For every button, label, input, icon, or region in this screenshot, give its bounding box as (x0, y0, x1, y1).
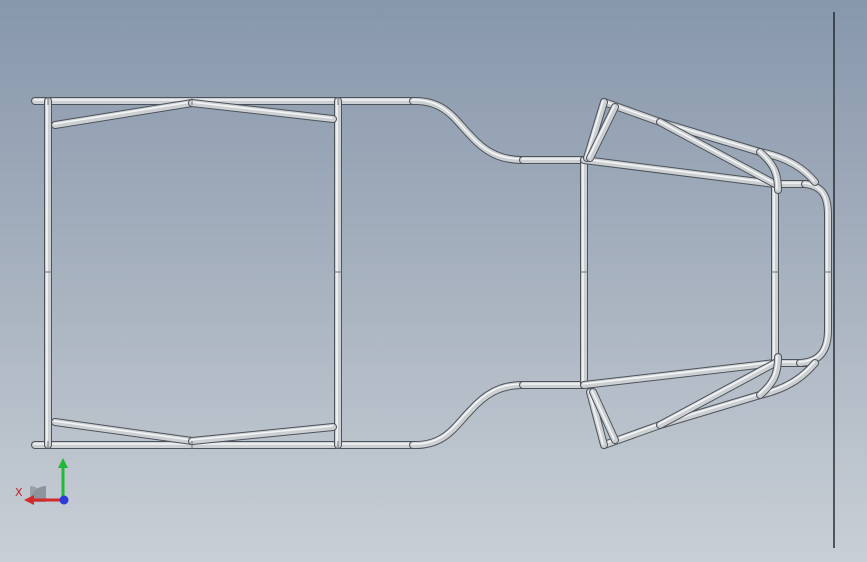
rear-top-diagonal-b-tube-body (189, 100, 336, 122)
rear-bottom-diagonal-b[interactable] (188, 423, 337, 445)
rear-top-diagonal-a[interactable] (51, 99, 196, 129)
bottom-s-bend-tube-body (410, 382, 526, 449)
z-axis-dot (59, 495, 69, 505)
graphics-viewport[interactable]: X (0, 0, 867, 562)
frame-tubes (31, 96, 832, 450)
coordinate-triad (24, 458, 69, 505)
chassis-frame-model[interactable] (0, 0, 867, 562)
rear-top-rail[interactable] (31, 97, 417, 105)
y-axis-arrowhead (58, 458, 68, 468)
bottom-narrow-rail[interactable] (519, 381, 588, 389)
top-narrow-rail[interactable] (519, 156, 588, 164)
nose-inner-hoop-tube-hi (798, 182, 828, 363)
rear-top-diagonal-a-tube-body (52, 100, 195, 128)
nose-inner-hoop-tube-shadow (796, 180, 832, 367)
bottom-s-bend[interactable] (409, 381, 527, 450)
rear-top-diagonal-a-tube-hi (53, 101, 192, 125)
x-axis-arrowhead (24, 495, 34, 505)
front-inner-upright[interactable] (771, 180, 779, 367)
top-s-bend[interactable] (409, 96, 527, 164)
rear-bottom-rail[interactable] (31, 441, 417, 449)
nose-inner-hoop[interactable] (796, 180, 832, 367)
triad-x-label: X (15, 486, 23, 499)
rear-bottom-diagonal-b-tube-body (189, 424, 336, 444)
top-s-bend-tube-body (410, 97, 526, 163)
